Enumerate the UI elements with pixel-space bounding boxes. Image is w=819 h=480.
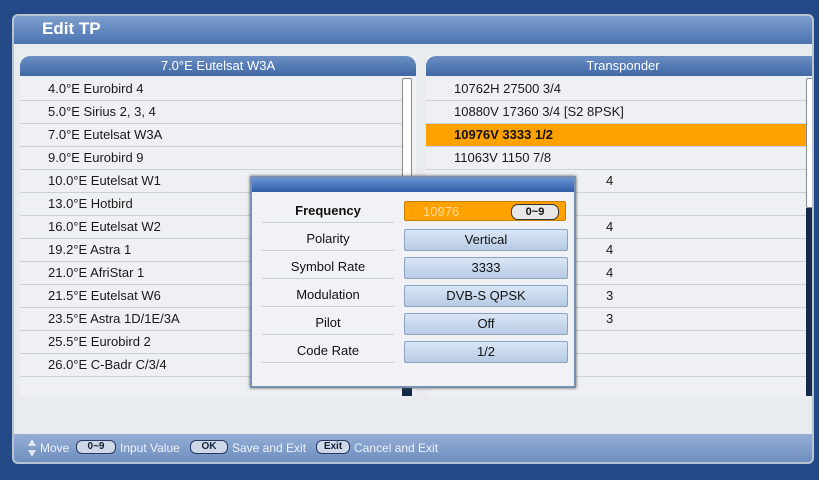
scroll-thumb[interactable] [806, 78, 812, 208]
field-label: Pilot [262, 312, 394, 335]
list-item[interactable]: 11063V 1150 7/8 [426, 147, 810, 170]
polarity-field[interactable]: Polarity Vertical [262, 228, 568, 251]
frequency-input[interactable]: 10976 0~9 [404, 201, 566, 221]
polarity-select[interactable]: Vertical [404, 229, 568, 251]
cancel-exit-hint: Cancel and Exit [354, 441, 439, 455]
field-label: Modulation [262, 284, 394, 307]
list-item[interactable]: 10880V 17360 3/4 [S2 8PSK] [426, 101, 810, 124]
save-exit-hint: Save and Exit [232, 441, 307, 455]
up-down-arrow-icon [28, 439, 36, 457]
numeric-key-badge: 0~9 [76, 440, 116, 454]
window-title: Edit TP [42, 19, 101, 38]
code-rate-field[interactable]: Code Rate 1/2 [262, 340, 568, 363]
code-rate-select[interactable]: 1/2 [404, 341, 568, 363]
list-item[interactable]: 7.0°E Eutelsat W3A [20, 124, 404, 147]
input-value-hint: Input Value [120, 441, 180, 455]
pilot-select[interactable]: Off [404, 313, 568, 335]
field-label: Frequency [262, 200, 394, 223]
symbol-rate-field[interactable]: Symbol Rate 3333 [262, 256, 568, 279]
transponder-panel-header: Transponder [426, 56, 812, 76]
scroll-track [806, 208, 812, 396]
list-item[interactable]: 4.0°E Eurobird 4 [20, 78, 404, 101]
field-label: Polarity [262, 228, 394, 251]
ok-key-badge: OK [190, 440, 228, 454]
frequency-value: 10976 [423, 204, 460, 219]
edit-dialog: Frequency 10976 0~9 Polarity Vertical Sy… [250, 176, 576, 388]
move-hint: Move [40, 441, 70, 455]
modulation-select[interactable]: DVB-S QPSK [404, 285, 568, 307]
field-label: Symbol Rate [262, 256, 394, 279]
transponder-scrollbar[interactable] [806, 78, 812, 396]
exit-key-badge: Exit [316, 440, 350, 454]
list-item[interactable]: 10762H 27500 3/4 [426, 78, 810, 101]
numeric-keys-badge: 0~9 [511, 204, 559, 220]
modulation-field[interactable]: Modulation DVB-S QPSK [262, 284, 568, 307]
symbol-rate-input[interactable]: 3333 [404, 257, 568, 279]
dialog-header [252, 178, 574, 192]
list-item[interactable]: 5.0°E Sirius 2, 3, 4 [20, 101, 404, 124]
help-bar: Move 0~9 Input Value OK Save and Exit Ex… [14, 434, 812, 462]
satellite-panel-header: 7.0°E Eutelsat W3A [20, 56, 416, 76]
field-label: Code Rate [262, 340, 394, 363]
screen-background: Edit TP 7.0°E Eutelsat W3A 4.0°E Eurobir… [0, 0, 819, 480]
pilot-field[interactable]: Pilot Off [262, 312, 568, 335]
list-item-selected[interactable]: 10976V 3333 1/2 [426, 124, 810, 147]
frequency-field[interactable]: Frequency 10976 0~9 [262, 200, 566, 223]
title-bar: Edit TP [14, 16, 812, 44]
edit-tp-window: Edit TP 7.0°E Eutelsat W3A 4.0°E Eurobir… [12, 14, 814, 464]
list-item[interactable]: 9.0°E Eurobird 9 [20, 147, 404, 170]
